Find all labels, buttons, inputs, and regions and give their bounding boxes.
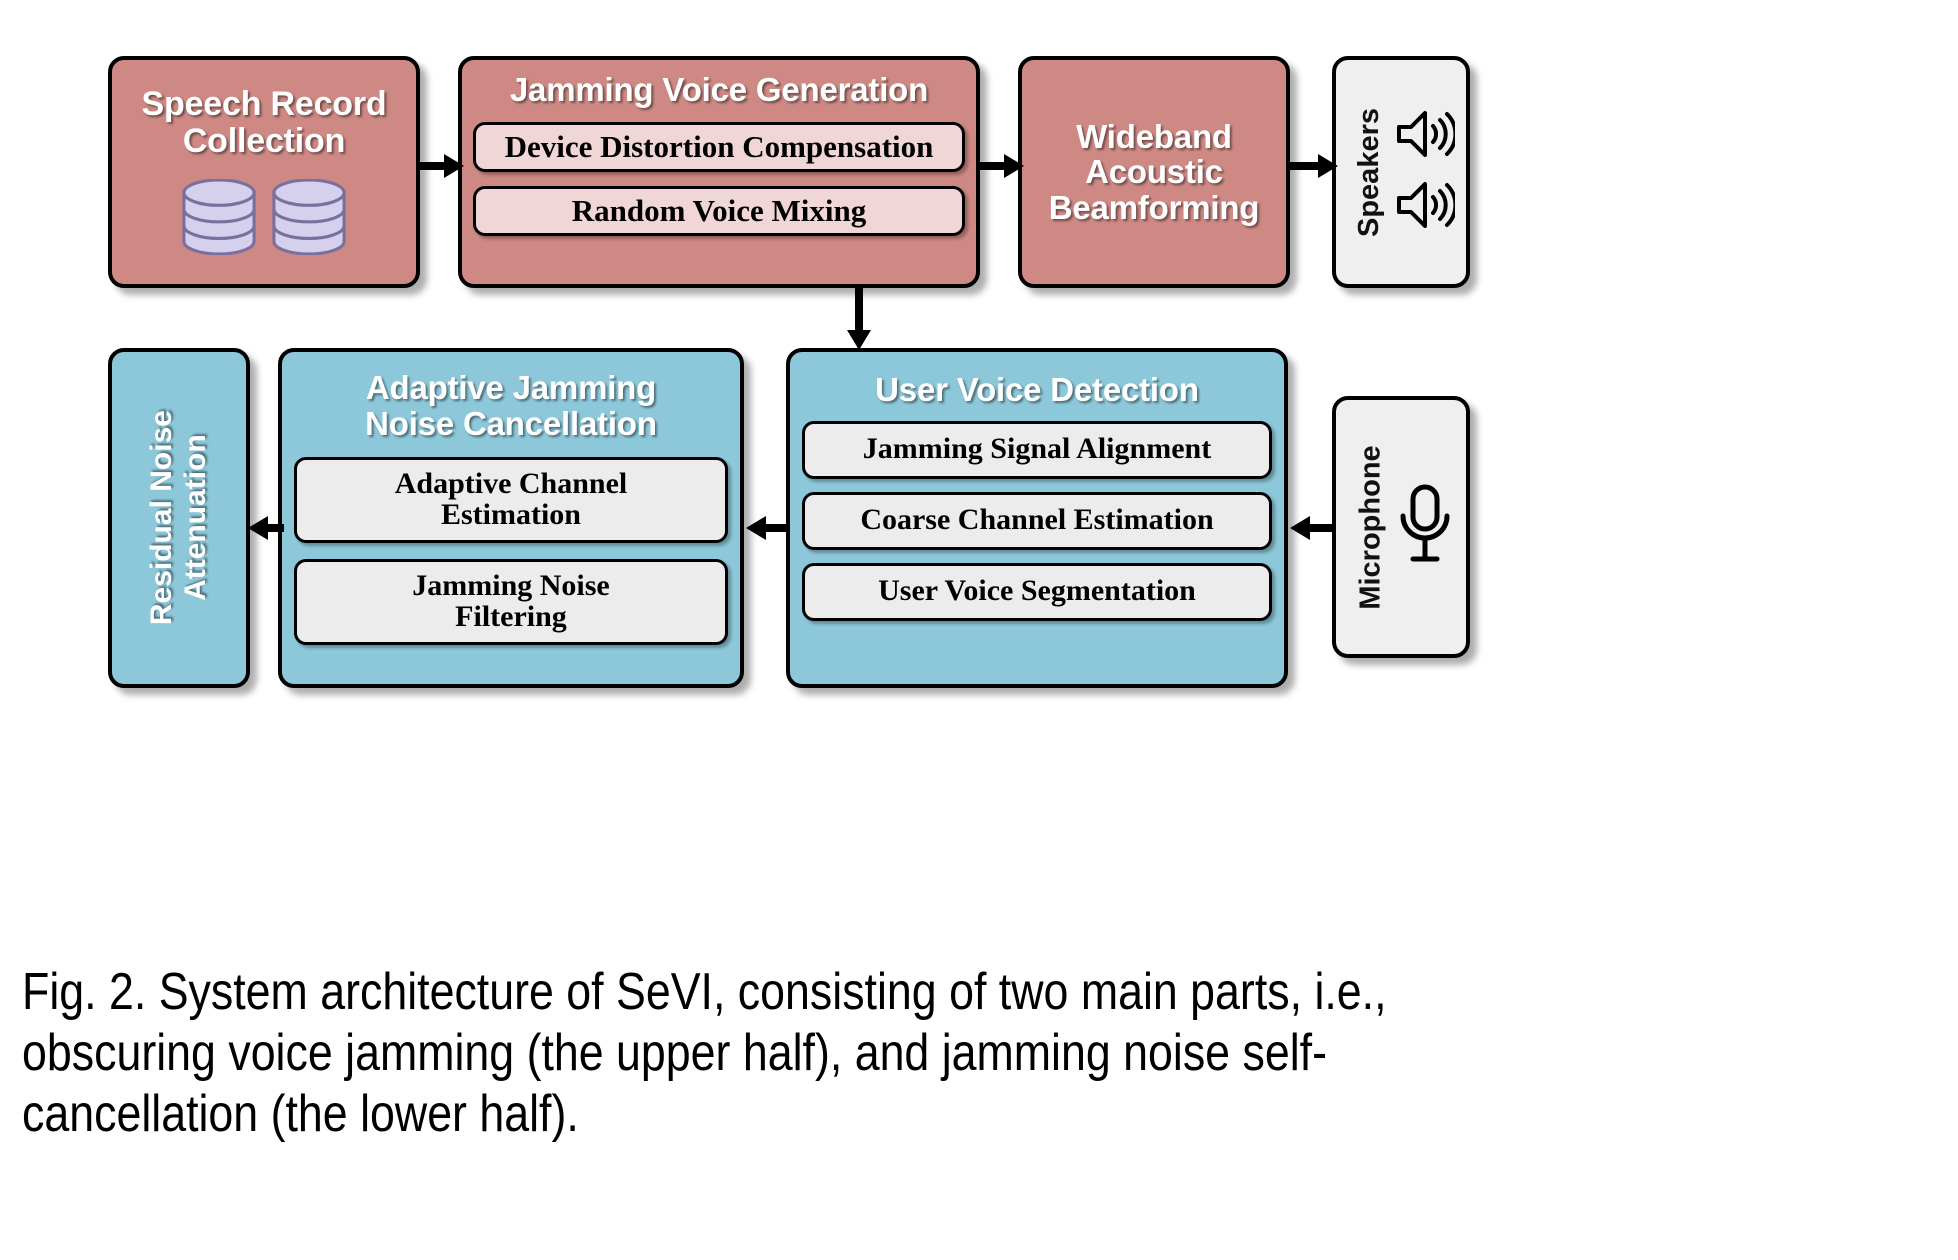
node-user-voice-detection: User Voice Detection Jamming Signal Alig… <box>786 348 1288 688</box>
arrow-jamming-voice-generation-to-wideband <box>980 152 1024 180</box>
node-title: Adaptive Jamming Noise Cancellation <box>365 369 657 442</box>
database-stack-icon <box>180 179 258 256</box>
sub-coarse-channel-estimation: Coarse Channel Estimation <box>802 491 1272 550</box>
arrow-speech-to-jamming-voice-generation <box>420 152 464 180</box>
node-jamming-voice-generation: Jamming Voice Generation Device Distorti… <box>458 56 980 288</box>
node-speakers: Speakers <box>1332 56 1470 288</box>
node-title: User Voice Detection <box>875 371 1199 408</box>
caption-line: Fig. 2. System architecture of SeVI, con… <box>22 963 1387 1021</box>
speaker-icon-group <box>1393 108 1458 236</box>
node-residual-noise-attenuation: Residual Noise Attenuation <box>108 348 250 688</box>
database-stack-group <box>180 179 348 256</box>
arrow-user-voice-detection-to-adaptive-jamming-noise-cancellation <box>744 514 790 542</box>
node-wideband-acoustic-beamforming: Wideband Acoustic Beamforming <box>1018 56 1290 288</box>
sub-jamming-noise-filtering: Jamming Noise Filtering <box>294 559 728 646</box>
figure-caption: Fig. 2. System architecture of SeVI, con… <box>22 962 1935 1144</box>
caption-line: obscuring voice jamming (the upper half)… <box>22 1023 1327 1082</box>
node-speech-record-collection: Speech Record Collection <box>108 56 420 288</box>
arrow-jamming-voice-generation-to-user-voice-detection <box>845 288 873 350</box>
sub-random-voice-mixing: Random Voice Mixing <box>473 185 965 236</box>
microphone-icon <box>1395 483 1455 572</box>
sub-user-voice-segmentation: User Voice Segmentation <box>802 562 1272 621</box>
microphone-label-wrap: Microphone <box>1347 400 1395 654</box>
speakers-label-wrap: Speakers <box>1347 60 1391 284</box>
sub-jamming-signal-alignment: Jamming Signal Alignment <box>802 420 1272 479</box>
microphone-label: Microphone <box>1354 444 1387 610</box>
speakers-label: Speakers <box>1352 107 1385 237</box>
arrow-microphone-to-user-voice-detection <box>1288 514 1334 542</box>
database-stack-icon <box>270 179 348 256</box>
system-architecture-diagram: Speech Record Collection Jamming Voice G… <box>0 0 1958 930</box>
node-title: Wideband Acoustic Beamforming <box>1048 117 1260 226</box>
arrow-adaptive-jamming-noise-cancellation-to-residual-noise-attenuation <box>246 514 284 542</box>
speaker-icon <box>1393 108 1458 165</box>
node-microphone: Microphone <box>1332 396 1470 658</box>
residual-noise-attenuation-label: Residual Noise Attenuation <box>145 410 213 626</box>
node-title: Jamming Voice Generation <box>509 71 929 108</box>
caption-line: cancellation (the lower half). <box>22 1084 579 1143</box>
node-title: Speech Record Collection <box>141 85 387 160</box>
sub-adaptive-channel-estimation: Adaptive Channel Estimation <box>294 457 728 544</box>
speaker-icon <box>1393 179 1458 236</box>
arrow-wideband-to-speakers <box>1290 152 1338 180</box>
node-adaptive-jamming-noise-cancellation: Adaptive Jamming Noise Cancellation Adap… <box>278 348 744 688</box>
sub-device-distortion-compensation: Device Distortion Compensation <box>473 121 965 172</box>
